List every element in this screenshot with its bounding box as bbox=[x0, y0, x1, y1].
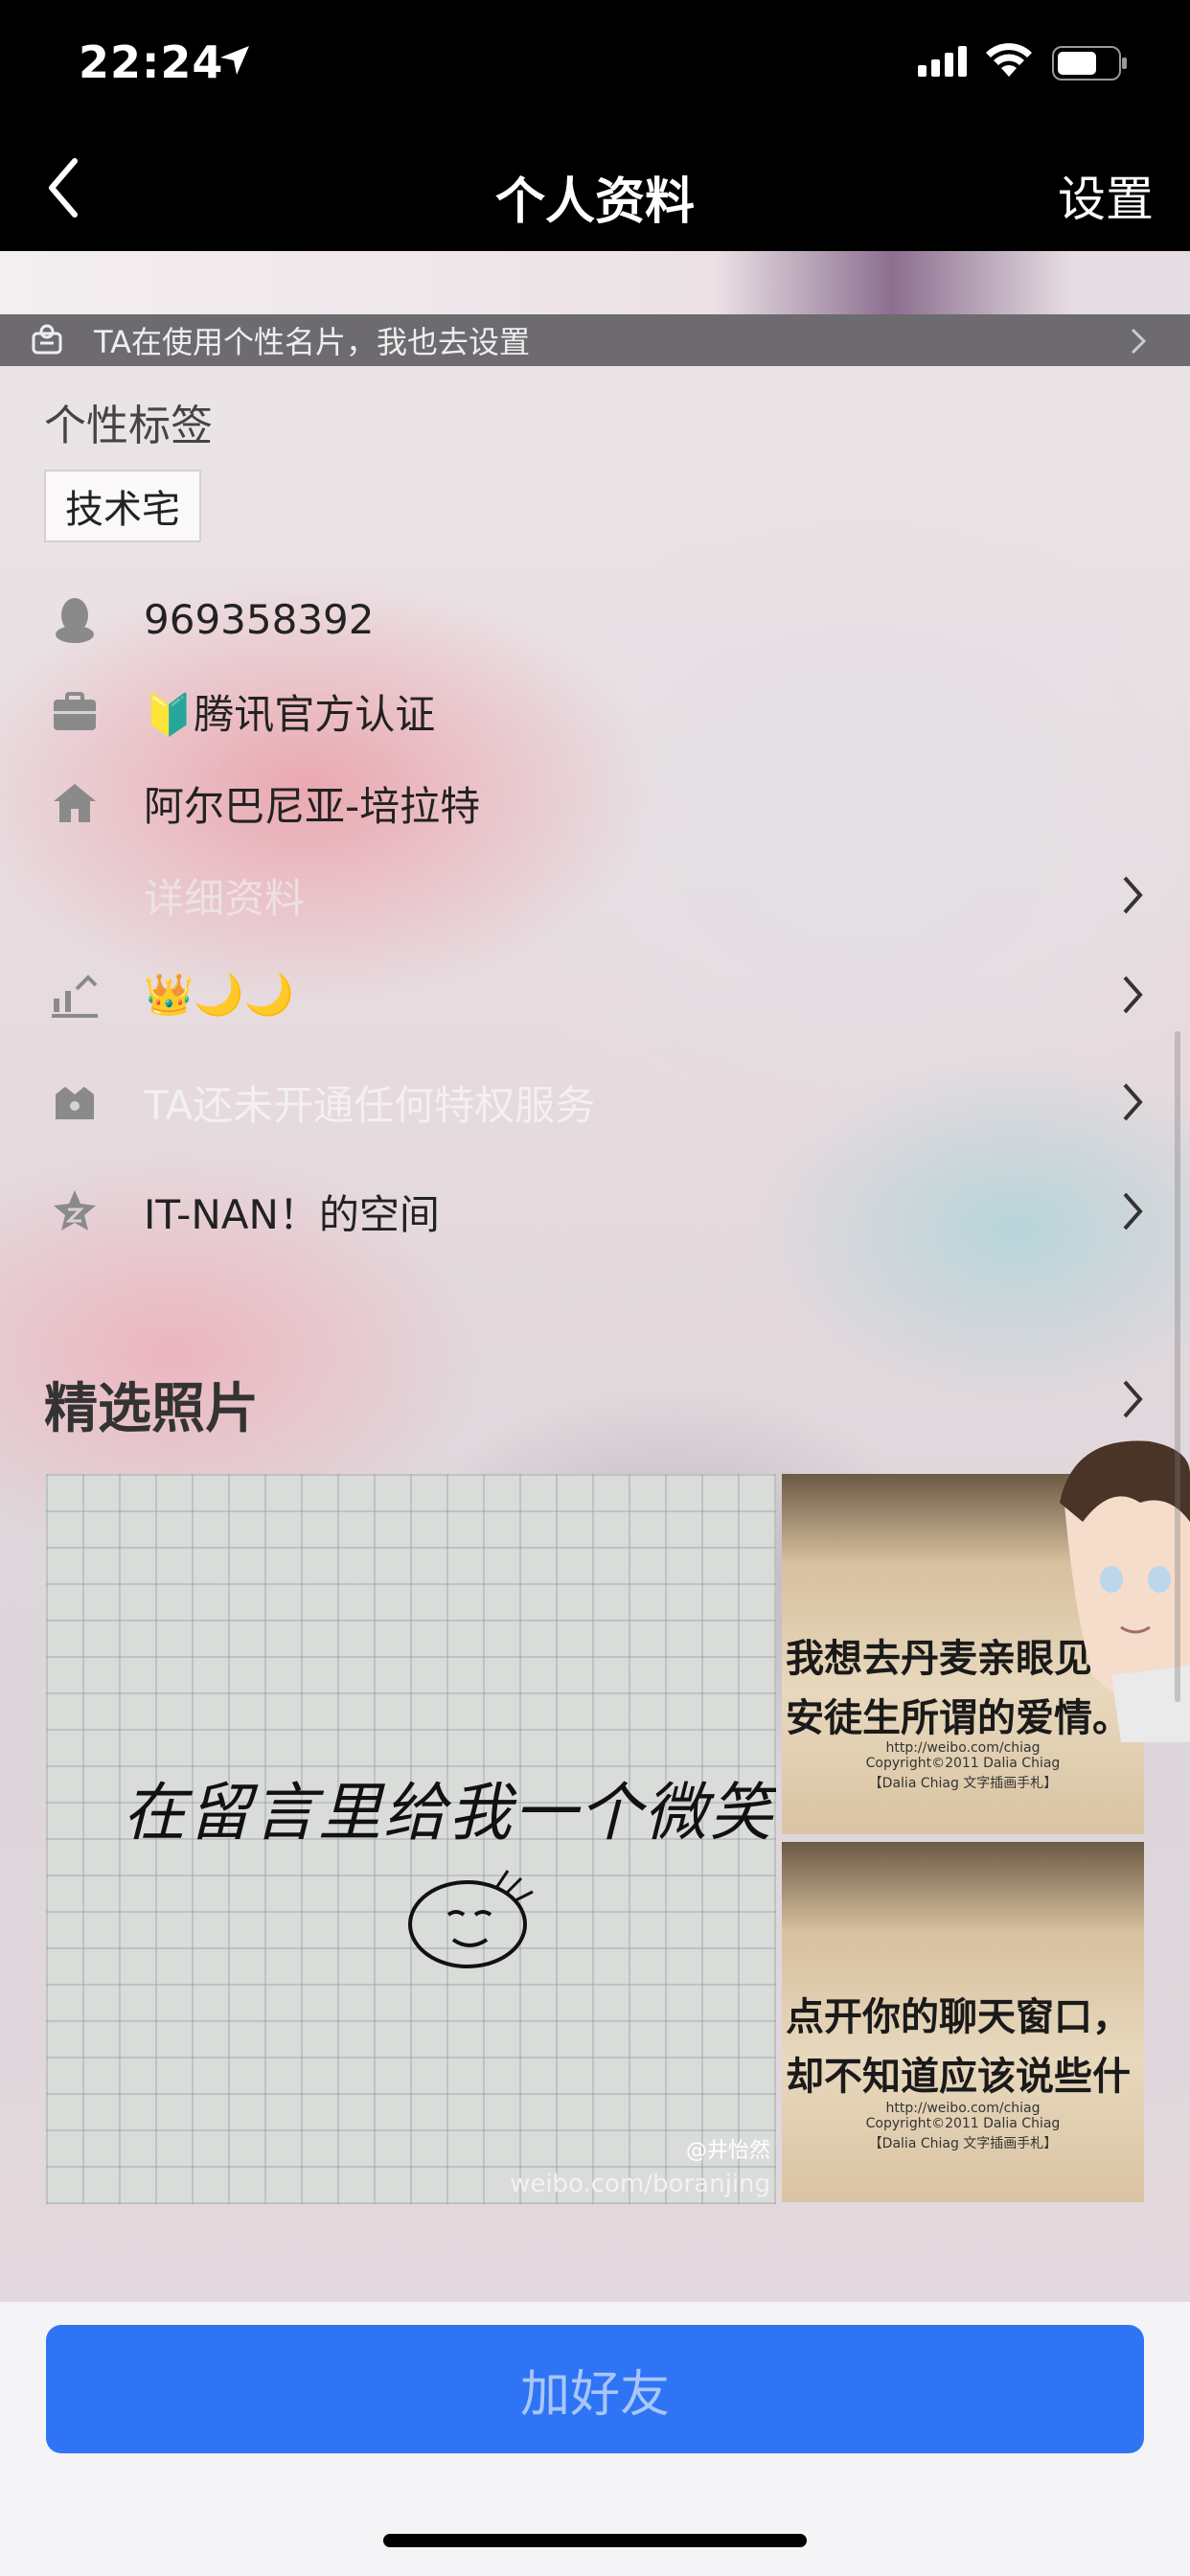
smiley-face-icon bbox=[408, 1870, 534, 1968]
certification-row: 🔰腾讯官方认证 bbox=[0, 673, 1190, 749]
banner-text: TA在使用个性名片，我也去设置 bbox=[94, 324, 530, 360]
cover-strip bbox=[0, 251, 1190, 314]
tag-chip[interactable]: 技术宅 bbox=[44, 470, 201, 542]
wifi-icon bbox=[986, 43, 1032, 77]
briefcase-icon bbox=[54, 692, 96, 730]
photo-caption-url: http://weibo.com/chiag bbox=[885, 2101, 1041, 2116]
chevron-right-icon bbox=[1123, 1192, 1143, 1230]
penguin-icon bbox=[56, 598, 94, 643]
featured-photo-3[interactable]: 点开你的聊天窗口， 却不知道应该说些什 http://weibo.com/chi… bbox=[782, 1842, 1144, 2202]
photo-caption-sign: 【Dalia Chiag 文字插画手札】 bbox=[868, 1776, 1058, 1791]
settings-button[interactable]: 设置 bbox=[1058, 161, 1154, 230]
chevron-right-icon bbox=[1131, 328, 1147, 355]
photo-caption-url: http://weibo.com/chiag bbox=[885, 1740, 1041, 1756]
photo-caption-copyright: Copyright©2011 Dalia Chiag bbox=[865, 2116, 1061, 2131]
location-text: 阿尔巴尼亚-培拉特 bbox=[144, 782, 481, 830]
photo-watermark: @井怡然 bbox=[685, 2139, 770, 2163]
location-row: 阿尔巴尼亚-培拉特 bbox=[0, 765, 1190, 841]
certification-text: 🔰腾讯官方认证 bbox=[144, 690, 436, 738]
cartoon-avatar-sticker bbox=[1060, 1440, 1190, 1742]
photo-text-line: 却不知道应该说些什 bbox=[786, 2054, 1131, 2099]
scrollbar[interactable] bbox=[1175, 1031, 1180, 1702]
chevron-right-icon[interactable] bbox=[1121, 1378, 1144, 1420]
crown-icon bbox=[56, 1087, 94, 1119]
space-text: IT-NAN！的空间 bbox=[144, 1190, 440, 1238]
level-row[interactable]: 👑🌙🌙 bbox=[0, 956, 1190, 1033]
photo-watermark-url: weibo.com/boranjing bbox=[510, 2170, 770, 2198]
space-row[interactable]: IT-NAN！的空间 bbox=[0, 1173, 1190, 1250]
star-icon bbox=[54, 1190, 96, 1230]
details-row[interactable]: 详细资料 bbox=[0, 857, 1190, 933]
level-chart-icon bbox=[52, 975, 98, 1018]
photo-text-line: 点开你的聊天窗口， bbox=[786, 1994, 1131, 2039]
battery-icon bbox=[1052, 46, 1127, 80]
level-badges: 👑🌙🌙 bbox=[144, 971, 294, 1018]
page-title: 个人资料 bbox=[494, 173, 695, 231]
privilege-row[interactable]: TA还未开通任何特权服务 bbox=[0, 1064, 1190, 1140]
featured-photo-main[interactable]: 在留言里给我一个微笑 @井怡然 weibo.com/boranjing bbox=[46, 1474, 776, 2204]
details-label: 详细资料 bbox=[144, 874, 306, 922]
privilege-text: TA还未开通任何特权服务 bbox=[144, 1081, 596, 1129]
chevron-right-icon bbox=[1123, 876, 1143, 914]
card-icon bbox=[32, 324, 62, 355]
card-banner[interactable]: TA在使用个性名片，我也去设置 bbox=[0, 314, 1190, 366]
photos-title: 精选照片 bbox=[44, 1378, 259, 1440]
photo-caption-sign: 【Dalia Chiag 文字插画手札】 bbox=[868, 2136, 1058, 2151]
home-indicator[interactable] bbox=[383, 2534, 807, 2547]
home-icon bbox=[54, 784, 96, 822]
add-friend-button[interactable]: 加好友 bbox=[46, 2325, 1144, 2453]
chevron-right-icon bbox=[1123, 1083, 1143, 1121]
qq-number-row: 969358392 bbox=[0, 581, 1190, 657]
cellular-signal-icon bbox=[918, 46, 967, 77]
chevron-right-icon bbox=[1123, 976, 1143, 1014]
qq-number: 969358392 bbox=[144, 595, 375, 643]
header: 22:24 个人资料 设置 bbox=[0, 0, 1190, 251]
location-arrow-icon bbox=[220, 46, 249, 75]
photo-caption-copyright: Copyright©2011 Dalia Chiag bbox=[865, 1756, 1061, 1771]
status-time: 22:24 bbox=[79, 36, 224, 88]
photo-handwriting: 在留言里给我一个微笑 bbox=[123, 1776, 774, 1850]
tags-label: 个性标签 bbox=[44, 402, 213, 450]
